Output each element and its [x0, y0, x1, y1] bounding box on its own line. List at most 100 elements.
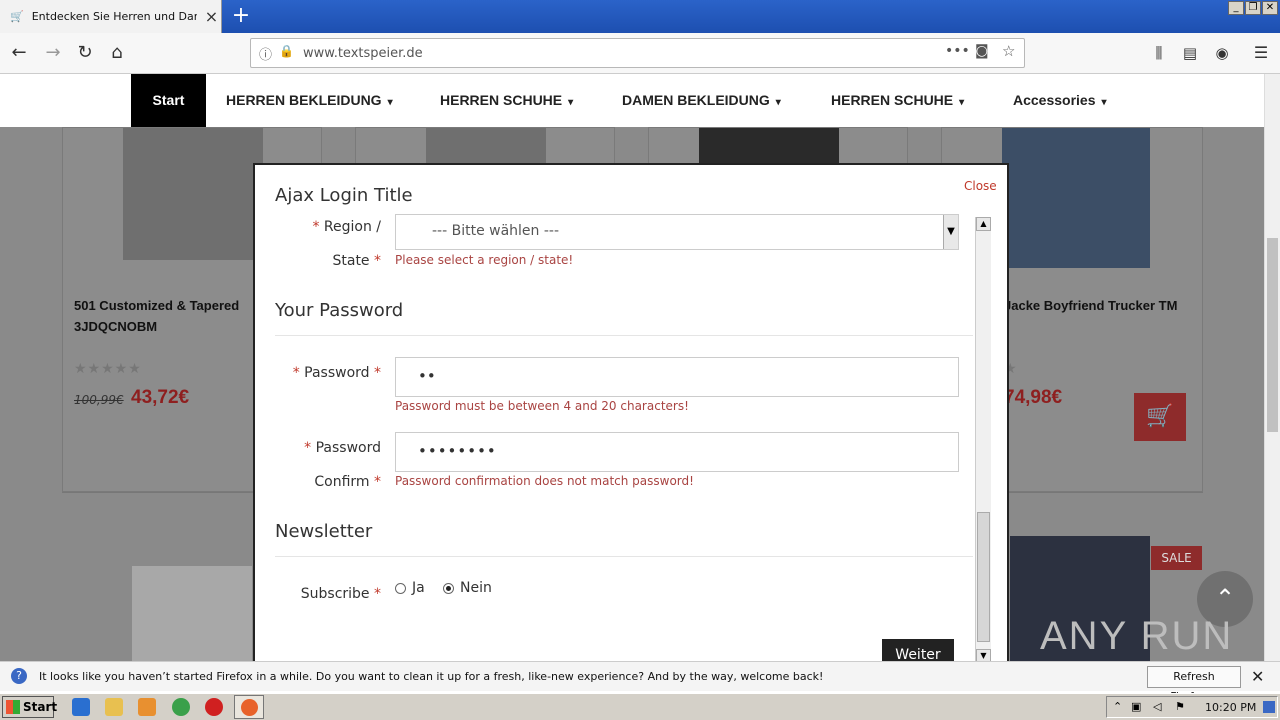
url-bar[interactable]: ⓘ 🔒 www.textspeier.de ••• ◙ ☆ — [250, 38, 1025, 68]
product-name[interactable]: Jacke Boyfriend Trucker TM — [1004, 295, 1200, 316]
product-image[interactable] — [1002, 128, 1150, 268]
site-navigation: Start HERREN BEKLEIDUNG ▾ HERREN SCHUHE ▾ … — [0, 74, 1264, 127]
menu-icon[interactable]: ☰ — [1247, 39, 1275, 67]
home-icon[interactable]: ⌂ — [103, 39, 131, 67]
password-error: Password must be between 4 and 20 charac… — [395, 399, 689, 413]
media-player-icon[interactable] — [138, 698, 156, 716]
new-tab-button[interactable]: + — [228, 4, 254, 30]
notification-text: It looks like you haven’t started Firefo… — [39, 670, 824, 683]
taskbar: Start ⌃ ▣ ◁ ⚑ 10:20 PM — [0, 693, 1280, 720]
show-desktop-icon[interactable] — [1263, 701, 1275, 713]
close-notification-icon[interactable]: ✕ — [1251, 667, 1264, 686]
page-scrollbar[interactable] — [1264, 74, 1280, 661]
modal-close-link[interactable]: Close — [964, 179, 997, 193]
refresh-firefox-button[interactable]: Refresh Firefox… — [1147, 666, 1241, 703]
opera-icon[interactable] — [205, 698, 223, 716]
nav-herren-schuhe[interactable]: HERREN SCHUHE ▾ — [440, 74, 573, 127]
bookmark-star-icon[interactable]: ☆ — [1002, 42, 1015, 60]
option-yes-label: Ja — [412, 580, 425, 596]
required-marker: * — [292, 365, 305, 381]
product-price: 43,72€ — [131, 387, 190, 408]
chevron-down-icon: ▾ — [568, 97, 574, 108]
password-confirm-value: •••••••• — [418, 442, 497, 460]
subscribe-no-option[interactable]: Nein — [443, 580, 492, 596]
add-to-cart-icon[interactable]: 🛒 — [1134, 393, 1186, 441]
nav-herren-bekleidung[interactable]: HERREN BEKLEIDUNG ▾ — [226, 74, 393, 127]
region-select-value: --- Bitte wählen --- — [432, 223, 560, 239]
library-icon[interactable]: ⫼ — [1145, 39, 1173, 67]
nav-label: Accessories — [1013, 92, 1096, 108]
section-divider — [275, 335, 973, 336]
forward-icon[interactable]: → — [39, 39, 67, 67]
password-input[interactable]: •• — [395, 357, 959, 397]
region-error: Please select a region / state! — [395, 253, 574, 267]
minimize-icon[interactable]: _ — [1228, 1, 1244, 15]
region-label: * Region / — [275, 219, 381, 235]
page-scrollbar-thumb[interactable] — [1267, 238, 1278, 432]
required-marker: * — [369, 474, 381, 490]
tray-expand-icon[interactable]: ⌃ — [1113, 700, 1122, 713]
region-select[interactable]: --- Bitte wählen --- ▼ — [395, 214, 959, 250]
ie-icon[interactable] — [72, 698, 90, 716]
flag-icon[interactable]: ⚑ — [1175, 700, 1185, 713]
nav-label: HERREN SCHUHE — [831, 92, 954, 108]
nav-label: HERREN BEKLEIDUNG — [226, 92, 382, 108]
close-window-icon[interactable]: ✕ — [1262, 1, 1278, 15]
product-image[interactable] — [426, 128, 546, 164]
windows-logo-icon — [6, 700, 20, 714]
option-no-label: Nein — [460, 580, 492, 596]
confirm-error: Password confirmation does not match pas… — [395, 474, 694, 488]
firefox-taskbar-button[interactable] — [234, 695, 264, 719]
chrome-icon[interactable] — [172, 698, 190, 716]
password-confirm-input[interactable]: •••••••• — [395, 432, 959, 472]
sidebar-icon[interactable]: ▤ — [1176, 39, 1204, 67]
nav-damen-bekleidung[interactable]: DAMEN BEKLEIDUNG ▾ — [622, 74, 781, 127]
network-icon[interactable]: ▣ — [1131, 700, 1141, 713]
start-label: Start — [23, 700, 58, 714]
info-icon[interactable]: ⓘ — [259, 44, 272, 63]
modal-scrollbar[interactable]: ▲ ▼ — [975, 217, 991, 661]
pocket-icon[interactable]: ◙ — [975, 43, 989, 59]
folder-icon[interactable] — [105, 698, 123, 716]
insecure-lock-icon[interactable]: 🔒 — [279, 44, 294, 58]
account-icon[interactable]: ◉ — [1208, 39, 1236, 67]
radio-checked-icon[interactable] — [443, 582, 454, 594]
subscribe-yes-option[interactable]: Ja — [395, 580, 425, 596]
state-label-text: State — [332, 253, 370, 269]
confirm-label-2: Confirm * — [275, 474, 381, 490]
product-image[interactable] — [132, 566, 252, 661]
sale-badge: SALE — [1151, 546, 1202, 570]
required-marker: * — [312, 219, 324, 235]
nav-herren-schuhe-2[interactable]: HERREN SCHUHE ▾ — [831, 74, 964, 127]
clock[interactable]: 10:20 PM — [1205, 701, 1256, 714]
required-marker: * — [369, 586, 381, 602]
tab-strip: 🛒 Entdecken Sie Herren und Damen × + _ ❐… — [0, 0, 1280, 33]
required-marker: * — [304, 440, 316, 456]
nav-label: HERREN SCHUHE — [440, 92, 563, 108]
chevron-down-icon: ▾ — [959, 97, 965, 108]
reload-icon[interactable]: ↻ — [71, 39, 99, 67]
back-icon[interactable]: ← — [5, 39, 33, 67]
nav-start[interactable]: Start — [131, 74, 206, 127]
password-section-title: Your Password — [275, 300, 404, 321]
chevron-down-icon[interactable]: ▼ — [943, 215, 958, 249]
nav-accessories[interactable]: Accessories ▾ — [1013, 74, 1107, 127]
subscribe-label-text: Subscribe — [300, 586, 370, 602]
scroll-up-icon[interactable]: ▲ — [976, 217, 991, 231]
radio-unchecked-icon[interactable] — [395, 582, 406, 594]
old-price: 100,99€ — [74, 393, 124, 407]
product-image[interactable] — [123, 128, 263, 260]
restore-icon[interactable]: ❐ — [1245, 1, 1261, 15]
start-button[interactable]: Start — [2, 696, 58, 718]
volume-icon[interactable]: ◁ — [1153, 700, 1161, 713]
product-card[interactable] — [648, 127, 908, 167]
browser-tab[interactable]: 🛒 Entdecken Sie Herren und Damen × — [0, 0, 222, 33]
modal-scrollbar-thumb[interactable] — [977, 512, 990, 642]
product-image[interactable] — [699, 128, 839, 164]
close-tab-icon[interactable]: × — [205, 7, 218, 26]
page-actions-icon[interactable]: ••• — [945, 43, 970, 59]
nav-label: DAMEN BEKLEIDUNG — [622, 92, 770, 108]
continue-button[interactable]: Weiter — [882, 639, 954, 661]
product-card[interactable] — [355, 127, 615, 167]
url-text[interactable]: www.textspeier.de — [303, 46, 423, 61]
